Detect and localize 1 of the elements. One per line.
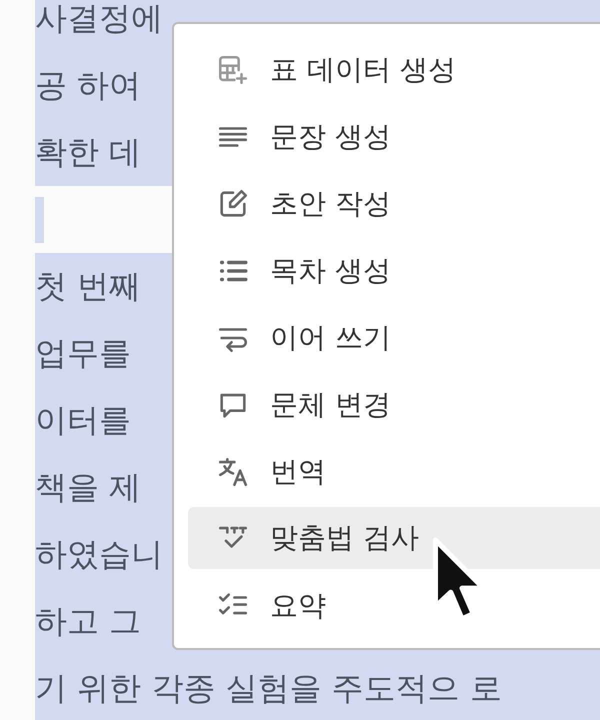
menu-item[interactable]: 맞춤법 검사 <box>188 507 600 569</box>
